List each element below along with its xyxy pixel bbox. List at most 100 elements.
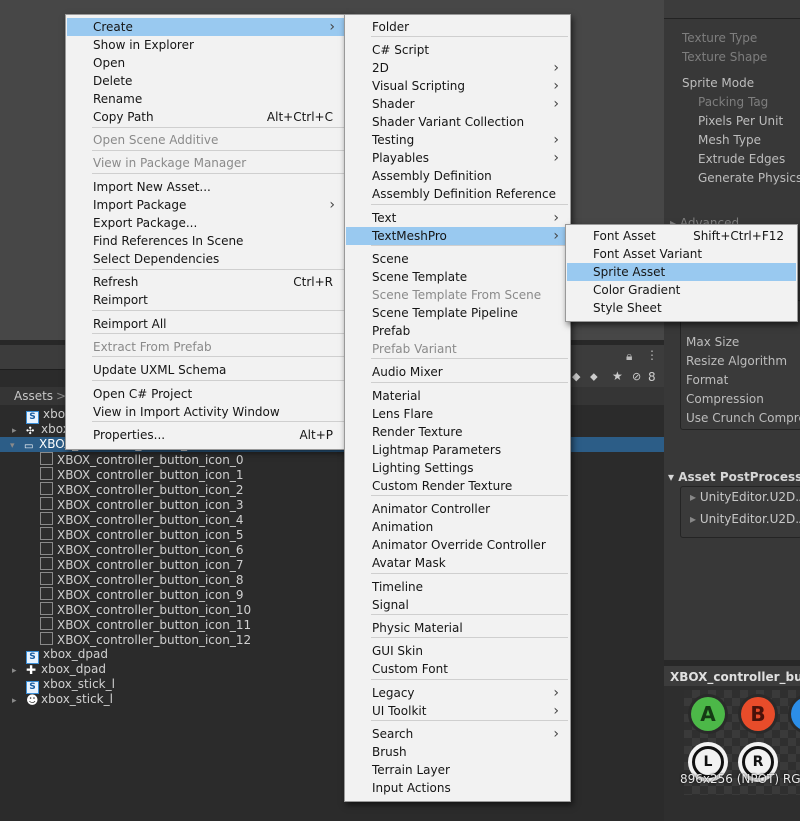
create-menu-item-legacy[interactable]: Legacy ›	[346, 684, 569, 702]
menu-separator	[371, 679, 568, 680]
create-menu-item-animation[interactable]: Animation	[346, 518, 569, 536]
label-tag-icon[interactable]: ⬥	[590, 370, 598, 384]
create-menu-item-animator-controller[interactable]: Animator Controller	[346, 500, 569, 518]
create-menu-item-render-texture[interactable]: Render Texture	[346, 423, 569, 441]
menu-separator	[92, 421, 344, 422]
create-menu-item-shader-variant-collection[interactable]: Shader Variant Collection	[346, 113, 569, 131]
use-crunch-label: Use Crunch Compres	[686, 411, 800, 425]
asset-postprocessors-foldout[interactable]: ▾ Asset PostProcessor	[668, 470, 800, 484]
create-menu-item-lighting-settings[interactable]: Lighting Settings	[346, 459, 569, 477]
context-menu-item-export-package[interactable]: Export Package...	[67, 214, 345, 232]
create-menu-item-signal[interactable]: Signal	[346, 596, 569, 614]
create-menu-item-ui-toolkit[interactable]: UI Toolkit ›	[346, 702, 569, 720]
context-menu-item-open[interactable]: Open	[67, 54, 345, 72]
create-menu-item-assembly-definition-reference[interactable]: Assembly Definition Reference	[346, 185, 569, 203]
context-menu-item-rename[interactable]: Rename	[67, 90, 345, 108]
context-menu-item-refresh[interactable]: Refresh Ctrl+R	[67, 273, 345, 291]
create-menu-item-lightmap-parameters[interactable]: Lightmap Parameters	[346, 441, 569, 459]
project-filter-bar: ◆ ⬥ ★ ⊘ 8	[570, 369, 664, 387]
menu-item-label: Create	[93, 20, 133, 34]
more-menu-icon[interactable]: ⋮	[646, 348, 658, 362]
context-menu-item-select-dependencies[interactable]: Select Dependencies	[67, 250, 345, 268]
menu-separator	[371, 720, 568, 721]
menu-item-label: Lighting Settings	[372, 461, 474, 475]
context-menu-item-create[interactable]: Create ›	[67, 18, 345, 36]
create-menu-item-playables[interactable]: Playables ›	[346, 149, 569, 167]
lock-icon[interactable]: 🔒︎	[626, 349, 632, 364]
sprite-icon	[40, 557, 53, 570]
search-by-type-icon[interactable]: ◆	[572, 370, 580, 383]
context-menu-item-copy-path[interactable]: Copy Path Alt+Ctrl+C	[67, 108, 345, 126]
create-menu-item-text[interactable]: Text ›	[346, 209, 569, 227]
create-menu-item-textmeshpro[interactable]: TextMeshPro ›	[346, 227, 569, 245]
create-menu-item-c-script[interactable]: C# Script	[346, 41, 569, 59]
create-menu-item-scene-template-from-scene: Scene Template From Scene	[346, 286, 569, 304]
eye-hidden-icon[interactable]: ⊘	[632, 370, 641, 383]
chevron-right-icon[interactable]: ▸	[12, 666, 20, 676]
postprocessor-item-2[interactable]: ▸ UnityEditor.U2D.Ar	[690, 512, 800, 526]
menu-item-shortcut: Shift+Ctrl+F12	[693, 229, 784, 243]
context-menu-item-update-uxml-schema[interactable]: Update UXML Schema	[67, 361, 345, 379]
create-menu-item-input-actions[interactable]: Input Actions	[346, 779, 569, 797]
context-menu-item-delete[interactable]: Delete	[67, 72, 345, 90]
extrude-edges-label: Extrude Edges	[698, 152, 786, 166]
create-menu-item-avatar-mask[interactable]: Avatar Mask	[346, 554, 569, 572]
tmp-menu-item-sprite-asset[interactable]: Sprite Asset	[567, 263, 796, 281]
tree-item-label: XBOX_controller_button_icon_2	[57, 483, 244, 497]
create-menu-item-material[interactable]: Material	[346, 387, 569, 405]
create-menu-item-2d[interactable]: 2D ›	[346, 59, 569, 77]
menu-item-label: Signal	[372, 598, 409, 612]
create-menu-item-scene[interactable]: Scene	[346, 250, 569, 268]
create-menu-item-terrain-layer[interactable]: Terrain Layer	[346, 761, 569, 779]
chevron-right-icon[interactable]: ▸	[12, 426, 20, 436]
create-menu-item-visual-scripting[interactable]: Visual Scripting ›	[346, 77, 569, 95]
tmp-menu-item-style-sheet[interactable]: Style Sheet	[567, 299, 796, 317]
create-menu-item-scene-template-pipeline[interactable]: Scene Template Pipeline	[346, 304, 569, 322]
tmp-menu-item-font-asset-variant[interactable]: Font Asset Variant	[567, 245, 796, 263]
create-menu-item-lens-flare[interactable]: Lens Flare	[346, 405, 569, 423]
context-menu-item-show-in-explorer[interactable]: Show in Explorer	[67, 36, 345, 54]
menu-separator	[371, 204, 568, 205]
tmp-menu-item-font-asset[interactable]: Font Asset Shift+Ctrl+F12	[567, 227, 796, 245]
button-x-icon	[788, 694, 800, 734]
create-menu-item-timeline[interactable]: Timeline	[346, 578, 569, 596]
tmp-menu-item-color-gradient[interactable]: Color Gradient	[567, 281, 796, 299]
star-icon[interactable]: ★	[612, 369, 623, 383]
menu-item-label: Custom Render Texture	[372, 479, 513, 493]
postprocessor-item-1[interactable]: ▸ UnityEditor.U2D.Ar	[690, 490, 800, 504]
create-menu-item-animator-override-controller[interactable]: Animator Override Controller	[346, 536, 569, 554]
create-menu-item-audio-mixer[interactable]: Audio Mixer	[346, 363, 569, 381]
context-menu-item-properties[interactable]: Properties... Alt+P	[67, 426, 345, 444]
context-menu-item-find-references-in-scene[interactable]: Find References In Scene	[67, 232, 345, 250]
menu-item-label: Refresh	[93, 275, 139, 289]
context-menu-item-reimport-all[interactable]: Reimport All	[67, 315, 345, 333]
create-menu-item-folder[interactable]: Folder	[346, 18, 569, 36]
chevron-right-icon: ›	[553, 96, 559, 112]
create-menu-item-custom-font[interactable]: Custom Font	[346, 660, 569, 678]
menu-item-label: Scene Template From Scene	[372, 288, 542, 302]
chevron-down-icon[interactable]: ▾	[10, 441, 18, 451]
sprite-icon	[40, 617, 53, 630]
create-menu-item-custom-render-texture[interactable]: Custom Render Texture	[346, 477, 569, 495]
create-menu-item-brush[interactable]: Brush	[346, 743, 569, 761]
context-menu-item-view-in-import-activity-window[interactable]: View in Import Activity Window	[67, 403, 345, 421]
menu-item-label: Lens Flare	[372, 407, 434, 421]
create-menu-item-physic-material[interactable]: Physic Material	[346, 619, 569, 637]
breadcrumb-assets[interactable]: Assets	[14, 389, 53, 403]
menu-item-label: Timeline	[372, 580, 424, 594]
create-menu-item-scene-template[interactable]: Scene Template	[346, 268, 569, 286]
create-menu-item-prefab[interactable]: Prefab	[346, 322, 569, 340]
context-menu-item-import-new-asset[interactable]: Import New Asset...	[67, 178, 345, 196]
chevron-right-icon[interactable]: ▸	[12, 696, 20, 706]
create-menu-item-testing[interactable]: Testing ›	[346, 131, 569, 149]
context-menu-item-reimport[interactable]: Reimport	[67, 291, 345, 309]
create-menu-item-gui-skin[interactable]: GUI Skin	[346, 642, 569, 660]
context-menu-item-import-package[interactable]: Import Package ›	[67, 196, 345, 214]
menu-item-label: Shader	[372, 97, 415, 111]
context-menu-item-open-c-project[interactable]: Open C# Project	[67, 385, 345, 403]
menu-item-label: Show in Explorer	[93, 38, 194, 52]
create-menu-item-assembly-definition[interactable]: Assembly Definition	[346, 167, 569, 185]
context-menu: Create › Show in Explorer Open Delete Rename C…	[65, 14, 347, 450]
create-menu-item-search[interactable]: Search ›	[346, 725, 569, 743]
create-menu-item-shader[interactable]: Shader ›	[346, 95, 569, 113]
